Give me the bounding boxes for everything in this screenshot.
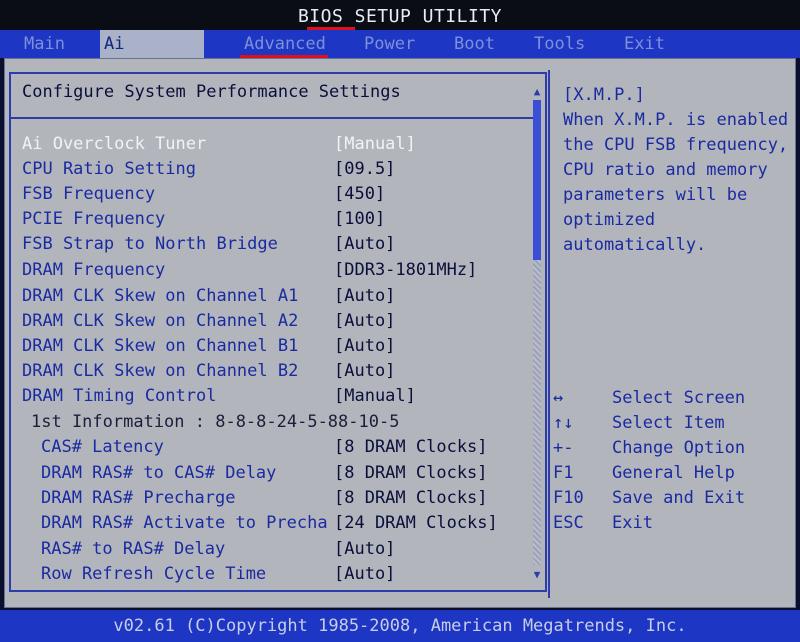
setting-row-ras-precharge[interactable]: DRAM RAS# Precharge [8 DRAM Clocks] [0, 486, 540, 511]
setting-value[interactable]: [Manual] [334, 384, 416, 409]
plus-minus-icon: +- [553, 438, 574, 458]
tab-tools[interactable]: Tools [530, 30, 589, 58]
setting-row-ras-to-cas[interactable]: DRAM RAS# to CAS# Delay [8 DRAM Clocks] [0, 461, 540, 486]
setting-row-ras-activate[interactable]: DRAM RAS# Activate to Precha [24 DRAM Cl… [0, 511, 540, 536]
scrollbar-thumb[interactable] [533, 100, 541, 260]
setting-value[interactable]: [Auto] [334, 359, 395, 384]
tab-power[interactable]: Power [360, 30, 419, 58]
setting-label: DRAM RAS# Activate to Precha [41, 513, 328, 533]
up-down-arrow-icon: ↑↓ [553, 413, 574, 433]
setting-value[interactable]: [100] [334, 207, 385, 232]
key-esc: ESC [553, 513, 584, 533]
setting-row-clk-skew-b1[interactable]: DRAM CLK Skew on Channel B1 [Auto] [0, 334, 540, 359]
setting-row-fsb-frequency[interactable]: FSB Frequency [450] [0, 182, 540, 207]
help-text-line: optimized [563, 210, 656, 230]
key-desc-select-item: Select Item [612, 413, 725, 433]
setting-row-ai-overclock-tuner[interactable]: Ai Overclock Tuner [Manual] [0, 132, 540, 157]
setting-label: FSB Frequency [22, 184, 156, 204]
setting-row-clk-skew-a2[interactable]: DRAM CLK Skew on Channel A2 [Auto] [0, 309, 540, 334]
key-f1: F1 [553, 463, 574, 483]
setting-row-fsb-strap[interactable]: FSB Strap to North Bridge [Auto] [0, 232, 540, 257]
setting-label: RAS# to RAS# Delay [41, 539, 226, 559]
setting-value[interactable]: [Auto] [334, 537, 395, 562]
setting-value[interactable]: [DDR3-1801MHz] [334, 258, 477, 283]
setting-value[interactable]: [8 DRAM Clocks] [334, 461, 488, 486]
setting-value[interactable]: [Auto] [334, 284, 395, 309]
setting-value[interactable]: [09.5] [334, 157, 395, 182]
heading-divider [11, 117, 535, 119]
setting-value[interactable]: [8 DRAM Clocks] [334, 486, 488, 511]
key-f10: F10 [553, 488, 584, 508]
key-desc-exit: Exit [612, 513, 653, 533]
tab-main[interactable]: Main [20, 30, 69, 58]
setting-row-pcie-frequency[interactable]: PCIE Frequency [100] [0, 207, 540, 232]
setting-value[interactable]: [450] [334, 182, 385, 207]
setting-value[interactable]: [Auto] [334, 334, 395, 359]
setting-label: PCIE Frequency [22, 209, 166, 229]
setting-value[interactable]: [Auto] [334, 232, 395, 257]
setting-row-row-refresh[interactable]: Row Refresh Cycle Time [Auto] [0, 562, 540, 587]
setting-label: CPU Ratio Setting [22, 159, 196, 179]
setting-row-clk-skew-b2[interactable]: DRAM CLK Skew on Channel B2 [Auto] [0, 359, 540, 384]
key-desc-general-help: General Help [612, 463, 735, 483]
setting-row-clk-skew-a1[interactable]: DRAM CLK Skew on Channel A1 [Auto] [0, 284, 540, 309]
setting-label: DRAM CLK Skew on Channel B1 [22, 336, 299, 356]
setting-row-ras-to-ras[interactable]: RAS# to RAS# Delay [Auto] [0, 537, 540, 562]
timing-info-line: 1st Information : 8-8-8-24-5-88-10-5 [31, 412, 400, 432]
setting-value[interactable]: [8 DRAM Clocks] [334, 435, 488, 460]
setting-row-dram-timing-control[interactable]: DRAM Timing Control [Manual] [0, 384, 540, 409]
setting-label: DRAM CLK Skew on Channel A2 [22, 311, 299, 331]
tab-advanced[interactable]: Advanced [240, 30, 330, 58]
help-text-line: the CPU FSB frequency, [563, 135, 789, 155]
key-desc-select-screen: Select Screen [612, 388, 746, 408]
setting-label: Ai Overclock Tuner [22, 134, 207, 154]
copyright-footer: v02.61 (C)Copyright 1985-2008, American … [0, 610, 800, 642]
help-title: [X.M.P.] [563, 85, 645, 105]
left-right-arrow-icon: ↔ [553, 388, 564, 408]
help-text-line: parameters will be [563, 185, 748, 205]
menu-bar: Main Ai Tweaker Advanced Power Boot Tool… [0, 30, 800, 82]
scroll-up-icon[interactable]: ▲ [531, 85, 543, 99]
setting-label: DRAM RAS# Precharge [41, 488, 236, 508]
key-desc-change-option: Change Option [612, 438, 746, 458]
setting-label: CAS# Latency [41, 437, 164, 457]
help-text-line: automatically. [563, 235, 707, 255]
setting-label: FSB Strap to North Bridge [22, 234, 278, 254]
setting-label: DRAM Timing Control [22, 386, 217, 406]
setting-label: DRAM RAS# to CAS# Delay [41, 463, 277, 483]
setting-label: DRAM CLK Skew on Channel A1 [22, 286, 299, 306]
setting-row-cpu-ratio[interactable]: CPU Ratio Setting [09.5] [0, 157, 540, 182]
setting-value[interactable]: [Auto] [334, 309, 395, 334]
setting-row-dram-frequency[interactable]: DRAM Frequency [DDR3-1801MHz] [0, 258, 540, 283]
setting-value[interactable]: [Auto] [334, 562, 395, 587]
key-desc-save-exit: Save and Exit [612, 488, 746, 508]
setting-value[interactable]: [24 DRAM Clocks] [334, 511, 498, 536]
panel-divider [548, 70, 550, 598]
window-title: BIOS SETUP UTILITY [0, 0, 800, 30]
scroll-down-icon[interactable]: ▼ [531, 568, 543, 582]
setting-row-cas-latency[interactable]: CAS# Latency [8 DRAM Clocks] [0, 435, 540, 460]
help-text-line: When X.M.P. is enabled [563, 110, 789, 130]
setting-label: Row Refresh Cycle Time [41, 564, 267, 584]
setting-label: DRAM CLK Skew on Channel B2 [22, 361, 299, 381]
page-title: Configure System Performance Settings [22, 82, 401, 102]
setting-label: DRAM Frequency [22, 260, 166, 280]
tab-ai-tweaker[interactable]: Ai Tweaker [100, 30, 204, 82]
help-text-line: CPU ratio and memory [563, 160, 768, 180]
tab-boot[interactable]: Boot [450, 30, 499, 58]
setting-value[interactable]: [Manual] [334, 132, 416, 157]
tab-exit[interactable]: Exit [620, 30, 669, 58]
